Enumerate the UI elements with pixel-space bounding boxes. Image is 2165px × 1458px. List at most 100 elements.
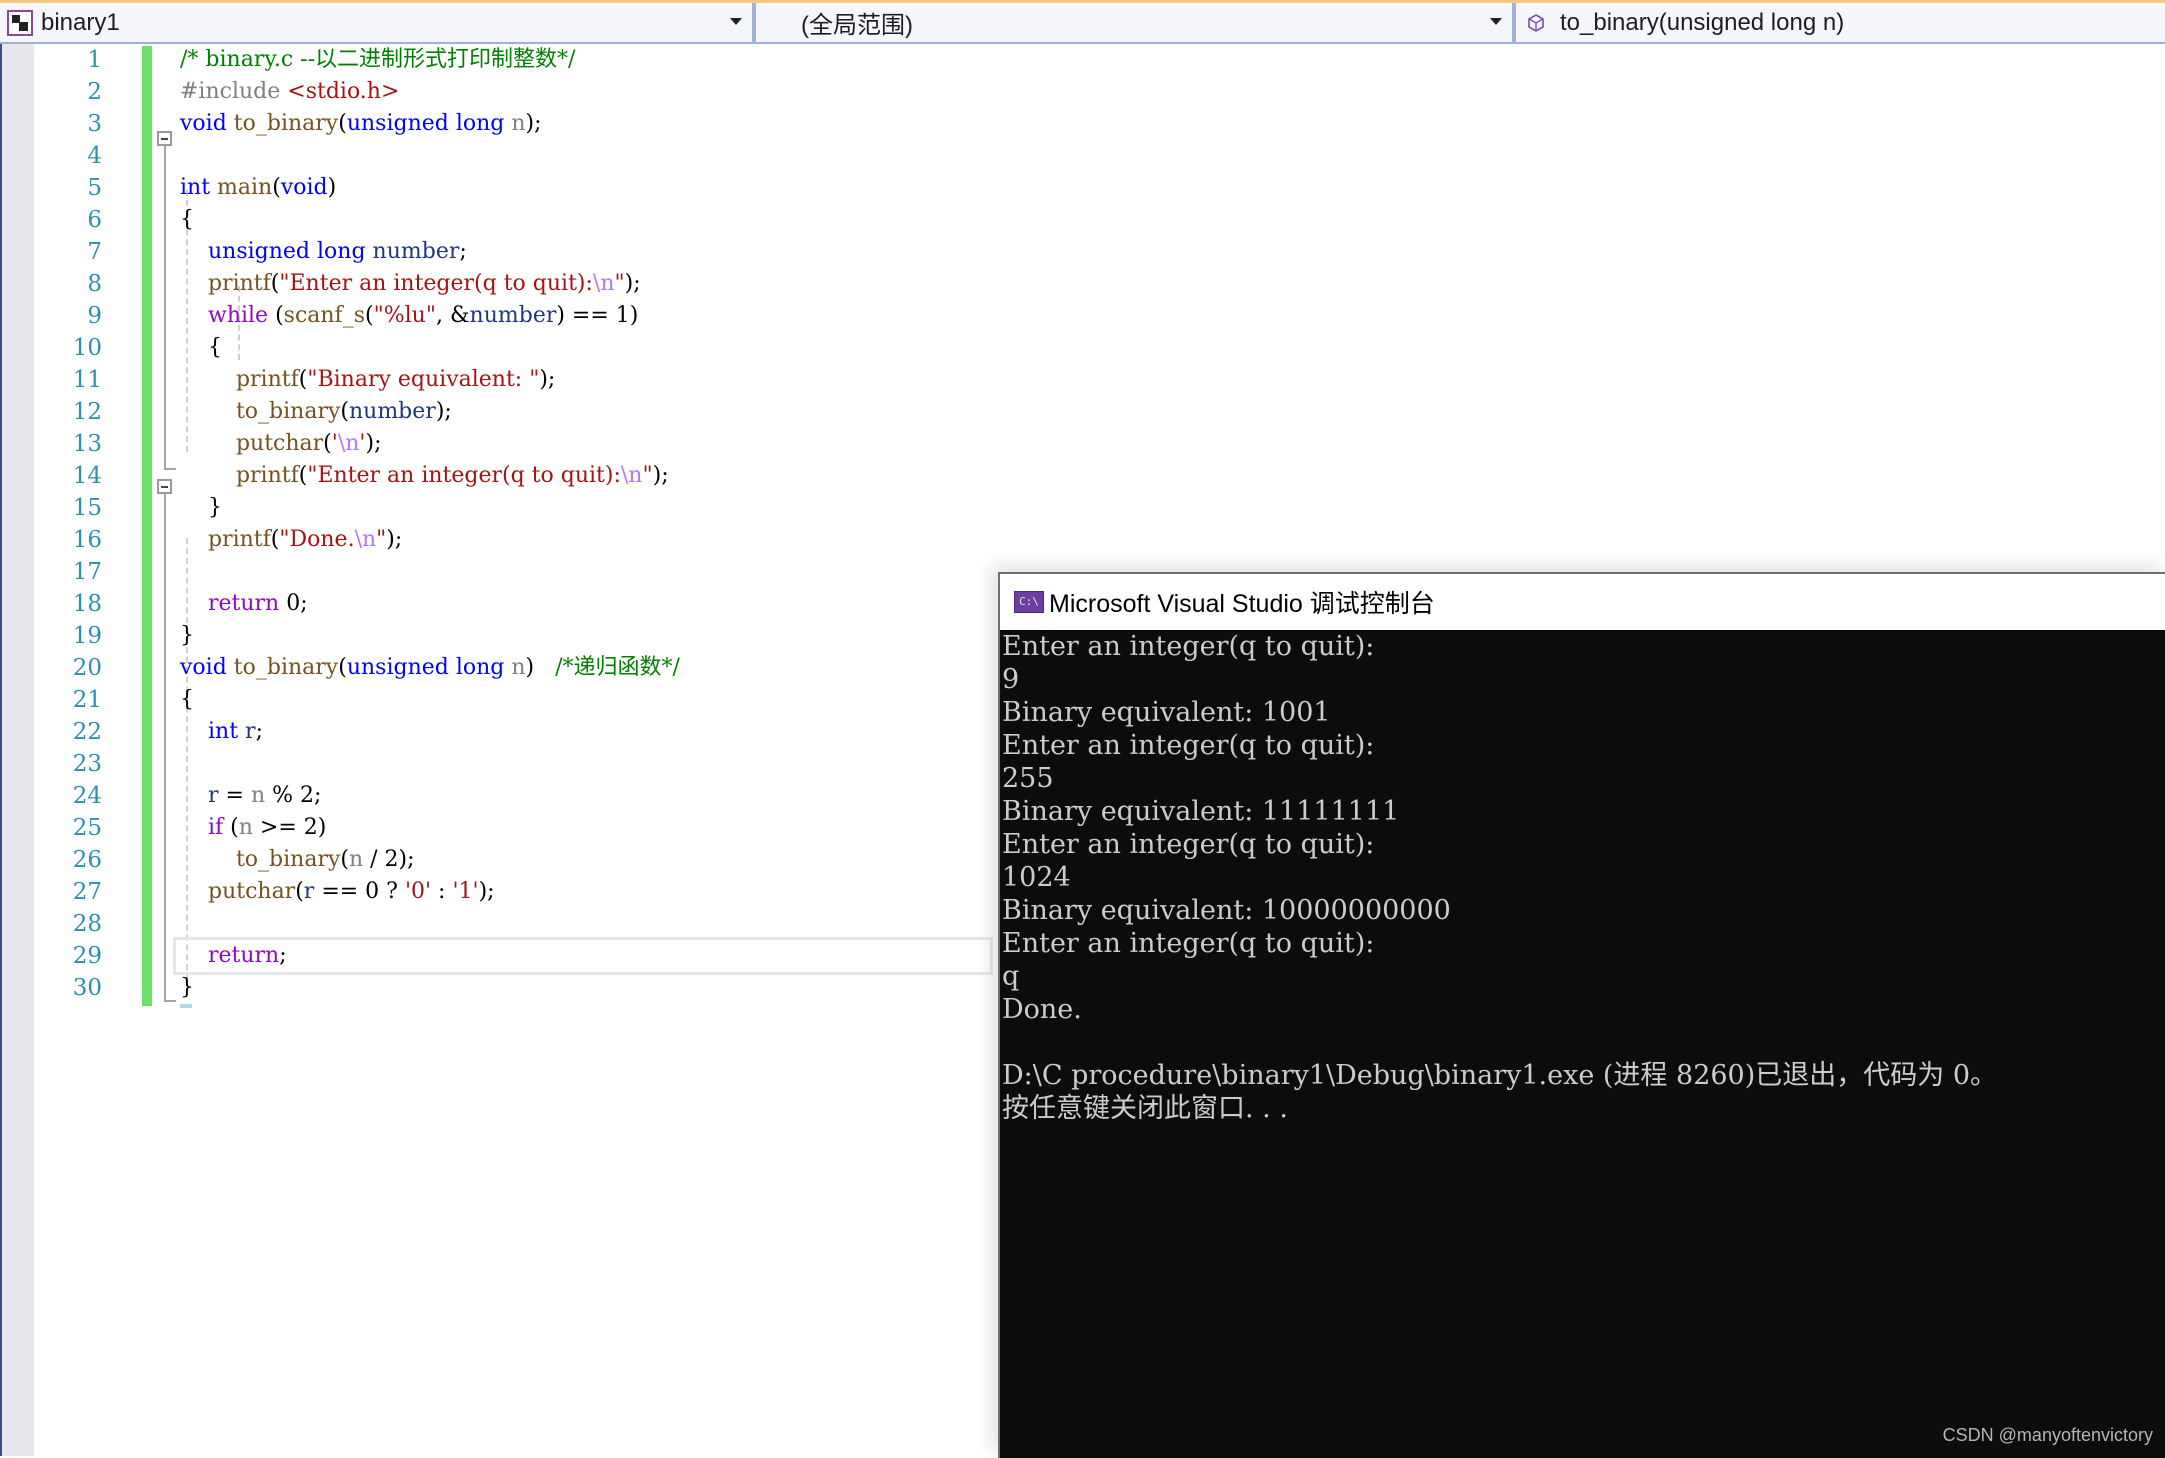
code-token: to_binary bbox=[233, 655, 339, 680]
line-number: 16 bbox=[72, 527, 102, 553]
code-token: to_binary bbox=[235, 399, 341, 424]
code-line[interactable]: void to_binary(unsigned long n); bbox=[180, 108, 990, 140]
code-token: <stdio.h> bbox=[287, 79, 400, 104]
line-number: 21 bbox=[72, 687, 102, 713]
code-line[interactable]: } bbox=[180, 492, 990, 524]
code-line[interactable]: } bbox=[180, 972, 990, 1004]
code-line[interactable] bbox=[180, 556, 990, 588]
code-line[interactable]: #include <stdio.h> bbox=[180, 76, 990, 108]
project-dropdown[interactable]: binary1 bbox=[0, 3, 756, 42]
collapse-main-toggle[interactable] bbox=[157, 131, 172, 146]
code-line[interactable]: /* binary.c --以二进制形式打印制整数*/ bbox=[180, 44, 990, 76]
line-number: 1 bbox=[87, 47, 102, 73]
code-line[interactable] bbox=[180, 908, 990, 940]
code-token: void bbox=[180, 655, 227, 680]
code-token: printf bbox=[207, 527, 271, 552]
code-line[interactable]: void to_binary(unsigned long n) /*递归函数*/ bbox=[180, 652, 990, 684]
code-token: #include bbox=[180, 79, 288, 104]
code-token: ; bbox=[279, 943, 287, 968]
code-token: \n bbox=[337, 431, 360, 456]
code-token: ( bbox=[340, 847, 349, 872]
code-line[interactable]: putchar('\n'); bbox=[180, 428, 990, 460]
code-line[interactable]: printf("Enter an integer(q to quit):\n")… bbox=[180, 268, 990, 300]
code-line[interactable]: int main(void) bbox=[180, 172, 990, 204]
code-line[interactable] bbox=[180, 140, 990, 172]
code-token: number bbox=[469, 303, 557, 328]
console-line: Enter an integer(q to quit): bbox=[1002, 928, 1375, 959]
code-token: ) bbox=[327, 175, 337, 200]
outline-line bbox=[164, 146, 166, 468]
code-token: ; bbox=[459, 239, 467, 264]
code-token: '0' bbox=[404, 879, 432, 904]
code-line[interactable]: while (scanf_s("%lu", &number) == 1) bbox=[180, 300, 990, 332]
scope-dropdown[interactable]: (全局范围) bbox=[760, 3, 1516, 42]
code-line[interactable]: { bbox=[180, 332, 990, 364]
code-token: ( bbox=[295, 879, 304, 904]
line-number: 5 bbox=[87, 175, 102, 201]
code-token: n bbox=[348, 847, 364, 872]
code-token: , & bbox=[435, 303, 470, 328]
chevron-down-icon bbox=[1490, 18, 1502, 25]
code-token: " bbox=[642, 463, 653, 488]
collapse-to-binary-toggle[interactable] bbox=[157, 479, 172, 494]
code-line[interactable]: } bbox=[180, 620, 990, 652]
line-number: 19 bbox=[72, 623, 102, 649]
code-token: ); bbox=[365, 431, 382, 456]
code-line[interactable]: r = n % 2; bbox=[180, 780, 990, 812]
code-line[interactable]: return 0; bbox=[180, 588, 990, 620]
code-token: unsigned long bbox=[346, 655, 505, 680]
code-token: putchar bbox=[235, 431, 324, 456]
code-token: \n bbox=[592, 271, 615, 296]
line-number: 27 bbox=[72, 879, 102, 905]
code-token: n bbox=[511, 655, 526, 680]
code-line[interactable] bbox=[180, 748, 990, 780]
code-token: } bbox=[180, 975, 194, 1000]
code-text[interactable]: /* binary.c --以二进制形式打印制整数*/ #include <std… bbox=[173, 44, 993, 1004]
code-token: "Enter an integer(q to quit): bbox=[307, 463, 621, 488]
code-token: if bbox=[207, 815, 224, 840]
code-line[interactable]: printf("Enter an integer(q to quit):\n")… bbox=[180, 460, 990, 492]
code-line[interactable]: { bbox=[180, 684, 990, 716]
code-token: } bbox=[180, 495, 222, 520]
code-line[interactable]: printf("Done.\n"); bbox=[180, 524, 990, 556]
code-token: 0; bbox=[279, 591, 308, 616]
console-line: 1024 bbox=[1002, 862, 1071, 893]
line-number: 28 bbox=[72, 911, 102, 937]
code-line[interactable]: printf("Binary equivalent: "); bbox=[180, 364, 990, 396]
console-line: 按任意键关闭此窗口. . . bbox=[1002, 1093, 1288, 1124]
code-line[interactable]: if (n >= 2) bbox=[180, 812, 990, 844]
debug-console-window[interactable]: C:\ Microsoft Visual Studio 调试控制台 Enter … bbox=[998, 572, 2165, 1458]
end-of-file-marker bbox=[180, 1004, 192, 1008]
code-line[interactable]: return; bbox=[173, 937, 993, 975]
code-token: ( bbox=[323, 431, 332, 456]
line-number: 7 bbox=[87, 239, 102, 265]
console-line: Binary equivalent: 10000000000 bbox=[1002, 895, 1451, 926]
code-token: r bbox=[245, 719, 256, 744]
function-dropdown[interactable]: to_binary(unsigned long n) bbox=[1520, 3, 2165, 42]
code-line[interactable]: to_binary(n / 2); bbox=[180, 844, 990, 876]
line-number: 20 bbox=[72, 655, 102, 681]
code-line[interactable]: putchar(r == 0 ? '0' : '1'); bbox=[180, 876, 990, 908]
console-line: 9 bbox=[1002, 664, 1020, 695]
code-line[interactable]: int r; bbox=[180, 716, 990, 748]
code-token: n bbox=[511, 111, 526, 136]
console-line: Binary equivalent: 11111111 bbox=[1002, 796, 1400, 827]
code-token: int bbox=[207, 719, 239, 744]
code-line[interactable]: unsigned long number; bbox=[180, 236, 990, 268]
code-token: number bbox=[372, 239, 460, 264]
console-title-bar[interactable]: C:\ Microsoft Visual Studio 调试控制台 bbox=[1000, 574, 2165, 630]
code-token: "%lu" bbox=[373, 303, 436, 328]
code-token: ); bbox=[478, 879, 495, 904]
code-line[interactable]: { bbox=[180, 204, 990, 236]
scope-dropdown-label: (全局范围) bbox=[801, 12, 913, 39]
console-output: Enter an integer(q to quit): 9 Binary equi… bbox=[1000, 630, 2165, 1125]
line-number-gutter: 1 2 3 4 5 6 7 8 9 10 11 12 13 14 15 16 17 18 19 20 21 22 23 24 2… bbox=[34, 44, 102, 1004]
code-line[interactable]: to_binary(number); bbox=[180, 396, 990, 428]
